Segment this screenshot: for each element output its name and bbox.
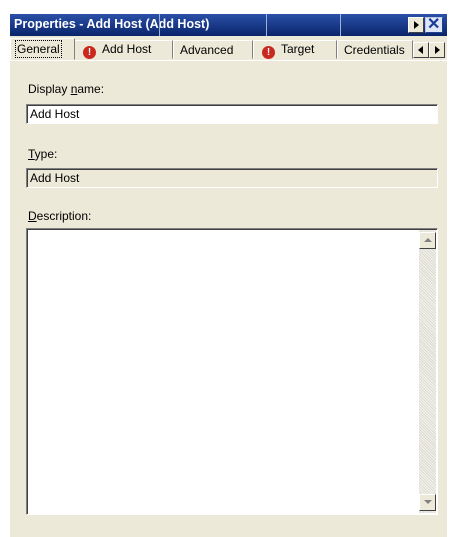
window-title: Properties - Add Host (Add Host)	[14, 17, 210, 31]
description-scrollbar[interactable]	[419, 230, 436, 513]
close-icon: ✕	[427, 16, 441, 33]
warning-icon: !	[262, 46, 275, 59]
description-textarea[interactable]	[26, 228, 438, 515]
tab-strip: General ! Add Host Advanced ! Target Crede…	[10, 38, 447, 61]
type-label: Type:	[28, 147, 58, 161]
tab-add-host[interactable]: ! Add Host	[74, 40, 173, 59]
tab-scroll-left-button[interactable]	[413, 42, 429, 58]
title-bar[interactable]: Properties - Add Host (Add Host) ✕	[10, 14, 447, 36]
close-button[interactable]: ✕	[425, 16, 443, 33]
tab-credentials[interactable]: Credentials	[337, 40, 413, 59]
warning-icon: !	[83, 46, 96, 59]
tab-general[interactable]: General	[10, 38, 75, 60]
tab-target[interactable]: ! Target	[253, 40, 337, 59]
tab-scroll-right-button[interactable]	[429, 42, 445, 58]
display-name-label: Display name:	[28, 82, 105, 96]
tab-advanced[interactable]: Advanced	[173, 40, 253, 59]
scroll-down-button[interactable]	[419, 494, 436, 511]
menu-arrow-icon[interactable]	[408, 17, 424, 33]
description-label: Description:	[28, 209, 92, 223]
properties-window: Properties - Add Host (Add Host) ✕ Gener…	[10, 14, 447, 537]
type-field: Add Host	[26, 168, 438, 188]
scroll-up-button[interactable]	[419, 232, 436, 249]
display-name-input[interactable]: Add Host	[26, 104, 438, 124]
